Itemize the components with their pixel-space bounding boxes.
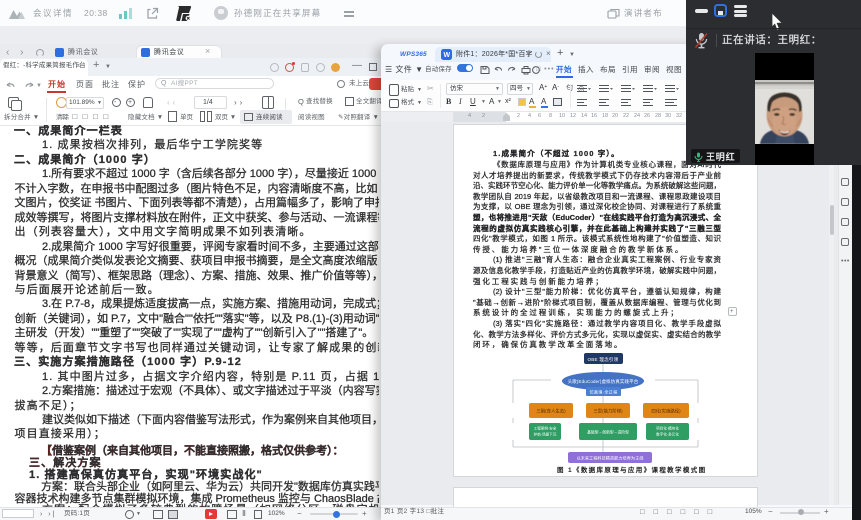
svg-text:数字化·多元化: 数字化·多元化: [656, 432, 679, 437]
svg-text:三融(育人生态): 三融(育人生态): [536, 408, 566, 415]
svg-text:头歌(EduCoder)虚拟仿真实践平台: 头歌(EduCoder)虚拟仿真实践平台: [568, 378, 639, 385]
svg-text:三型(能力阶梯): 三型(能力阶梯): [593, 408, 623, 415]
svg-text:工程案例·安全: 工程案例·安全: [534, 426, 557, 431]
svg-text:基础型→创新型→进阶型: 基础型→创新型→进阶型: [587, 430, 629, 435]
svg-text:四化(实施路径): 四化(实施路径): [651, 408, 681, 415]
svg-text:项目化·模块化: 项目化·模块化: [656, 426, 679, 431]
svg-text:仿真境·全过程: 仿真境·全过程: [590, 389, 619, 396]
svg-text:以未来工程科技精英能力培养为主线: 以未来工程科技精英能力培养为主线: [576, 455, 644, 462]
svg-text:护航·场景下沉: 护航·场景下沉: [534, 432, 557, 437]
svg-text:OBE 理念引领: OBE 理念引领: [588, 356, 619, 363]
